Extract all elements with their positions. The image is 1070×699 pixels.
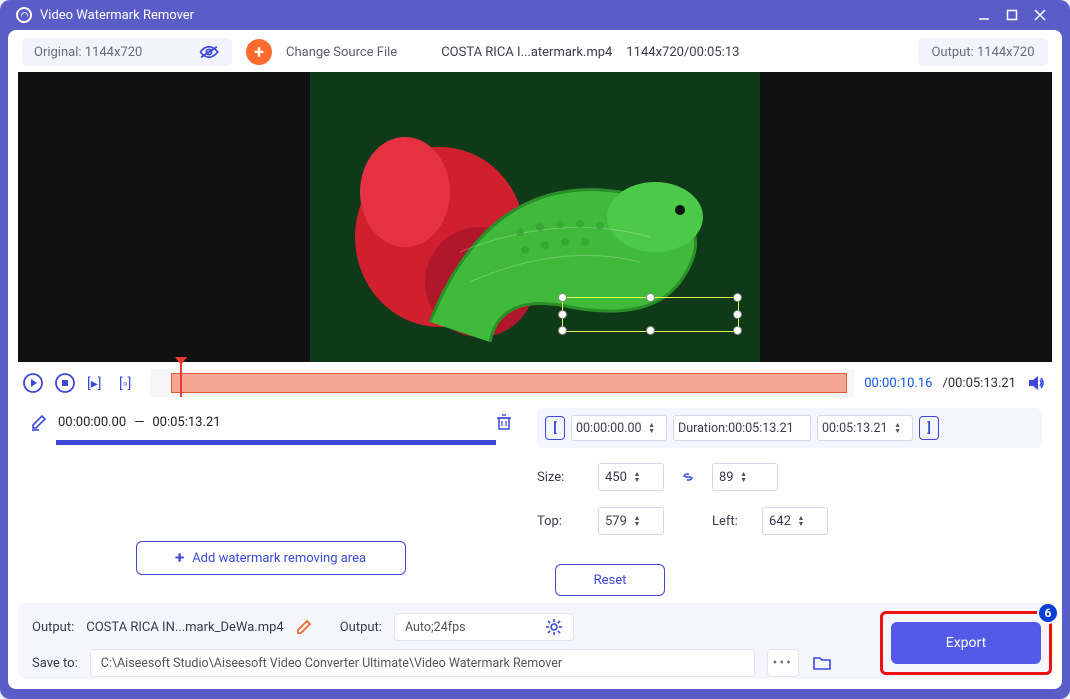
original-label: Original:: [34, 45, 82, 60]
output-format-box[interactable]: Auto;24fps: [394, 613, 574, 641]
step-forward-button[interactable]: [▸]: [86, 372, 108, 394]
output-size-pill: Output: 1144x720: [918, 38, 1048, 66]
reset-button[interactable]: Reset: [555, 564, 665, 596]
output-dims: 1144x720: [977, 45, 1035, 60]
svg-text:[▸]: [▸]: [87, 376, 101, 392]
play-button[interactable]: [22, 372, 44, 394]
size-label: Size:: [537, 470, 582, 485]
spinner-down[interactable]: ▼: [892, 428, 904, 434]
change-source-link[interactable]: Change Source File: [286, 45, 397, 60]
left-label: Left:: [712, 514, 746, 529]
close-button[interactable]: [1026, 5, 1054, 25]
svg-text:[◦]: [◦]: [119, 376, 131, 392]
source-dims-time: 1144x720/00:05:13: [626, 45, 739, 60]
output-label: Output:: [931, 45, 973, 60]
saveto-label: Save to:: [32, 656, 78, 671]
add-source-button[interactable]: +: [246, 39, 272, 65]
time-current: 00:00:10.16: [864, 376, 932, 391]
app-logo-icon: [16, 7, 32, 23]
step-back-button[interactable]: [◦]: [118, 372, 140, 394]
watermark-selection-box[interactable]: [562, 297, 739, 332]
segment-sep: —: [134, 415, 144, 430]
volume-icon[interactable]: [1026, 372, 1048, 394]
top-label: Top:: [537, 514, 582, 529]
title-bar: Video Watermark Remover: [0, 0, 1070, 30]
height-input[interactable]: 89▲▼: [712, 463, 778, 491]
export-button[interactable]: Export: [891, 622, 1041, 664]
set-end-button[interactable]: ]: [919, 416, 939, 440]
left-input[interactable]: 642▲▼: [762, 507, 828, 535]
segment-end: 00:05:13.21: [152, 415, 220, 430]
top-input[interactable]: 579▲▼: [598, 507, 664, 535]
window-title: Video Watermark Remover: [40, 8, 194, 23]
delete-segment-button[interactable]: [495, 413, 513, 431]
output-file-name: COSTA RICA IN...mark_DeWa.mp4: [86, 620, 283, 635]
pen-icon: [28, 411, 50, 433]
segment-start: 00:00:00.00: [58, 415, 126, 430]
maximize-button[interactable]: [998, 5, 1026, 25]
original-dims: 1144x720: [85, 45, 143, 60]
segment-bar[interactable]: [56, 440, 496, 445]
trim-start-input[interactable]: 00:00:00.00▲▼: [571, 415, 667, 441]
gear-icon[interactable]: [545, 618, 563, 636]
add-area-label: Add watermark removing area: [192, 551, 366, 566]
step-badge: 6: [1037, 602, 1059, 624]
time-total: /00:05:13.21: [942, 376, 1016, 391]
playhead[interactable]: [180, 363, 182, 397]
source-filename: COSTA RICA I...atermark.mp4: [441, 45, 612, 60]
original-size-pill: Original: 1144x720: [22, 38, 232, 66]
rename-output-button[interactable]: [296, 619, 312, 635]
save-path-box[interactable]: C:\Aiseesoft Studio\Aiseesoft Video Conv…: [90, 649, 755, 677]
output-format-label: Output:: [340, 620, 382, 635]
timeline-range[interactable]: [171, 373, 847, 393]
minimize-button[interactable]: [970, 5, 998, 25]
trim-end-input[interactable]: 00:05:13.21▲▼: [817, 415, 913, 441]
video-preview[interactable]: [18, 72, 1052, 362]
link-aspect-icon[interactable]: [680, 469, 696, 485]
stop-button[interactable]: [54, 372, 76, 394]
spinner-down[interactable]: ▼: [646, 428, 658, 434]
add-removing-area-button[interactable]: + Add watermark removing area: [136, 541, 406, 575]
plus-icon: +: [175, 548, 184, 568]
export-highlight: 6 Export: [880, 611, 1052, 675]
segment-row[interactable]: 00:00:00.00 — 00:05:13.21: [28, 408, 513, 436]
eye-off-icon[interactable]: [198, 41, 220, 63]
timeline-track[interactable]: [150, 369, 854, 397]
browse-path-button[interactable]: •••: [767, 649, 799, 677]
set-start-button[interactable]: [: [545, 416, 565, 440]
trim-row: [ 00:00:00.00▲▼ Duration:00:05:13.21 00:…: [537, 408, 1042, 448]
open-folder-button[interactable]: [811, 652, 833, 674]
trim-duration-input[interactable]: Duration:00:05:13.21: [673, 415, 811, 441]
width-input[interactable]: 450▲▼: [598, 463, 664, 491]
output-file-label: Output:: [32, 620, 74, 635]
